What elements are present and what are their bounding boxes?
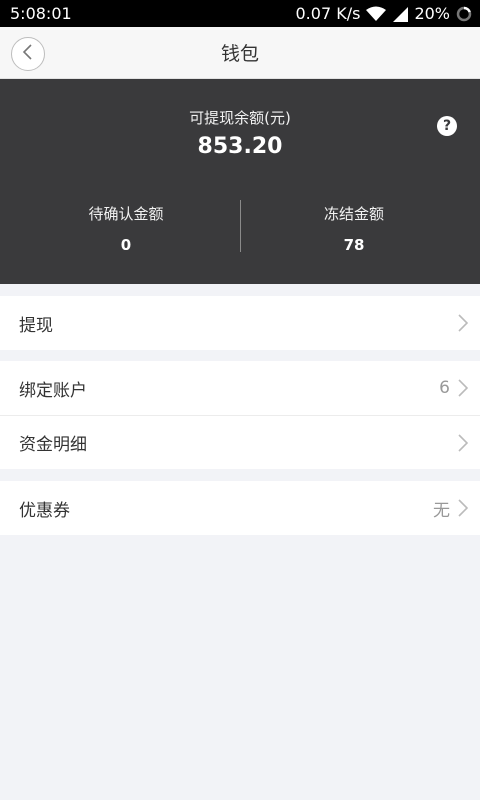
bound-account-label: 绑定账户	[19, 380, 87, 401]
withdraw-label: 提现	[19, 315, 53, 336]
pending-amount-block: 待确认金额 0	[6, 203, 246, 254]
frozen-amount-block: 冻结金额 78	[234, 203, 474, 254]
pending-amount-value: 0	[120, 236, 132, 254]
chevron-right-icon	[458, 379, 468, 397]
bound-account-row[interactable]: 绑定账户 6	[0, 361, 480, 415]
withdraw-row[interactable]: 提现	[0, 296, 480, 350]
bound-account-count: 6	[439, 378, 450, 398]
chevron-left-icon	[21, 44, 35, 64]
available-balance-label: 可提现余额(元)	[189, 109, 291, 127]
pending-amount-label: 待确认金额	[88, 205, 164, 223]
withdraw-group: 提现	[0, 296, 480, 350]
coupons-label: 优惠券	[19, 500, 70, 521]
frozen-amount-label: 冻结金额	[323, 205, 384, 223]
status-right: 0.07 K/s 20%	[296, 4, 473, 23]
question-icon[interactable]: ?	[437, 116, 457, 136]
title-bar: 钱包	[0, 27, 480, 79]
page-title: 钱包	[220, 43, 259, 65]
signal-icon	[392, 6, 409, 22]
fund-details-row[interactable]: 资金明细	[0, 415, 480, 469]
chevron-right-icon	[458, 433, 468, 452]
battery-ring-icon	[456, 6, 472, 22]
fund-details-label: 资金明细	[19, 435, 87, 455]
balance-panel: 可提现余额(元) 853.20 ? 待确认金额 0 冻结金额 78	[0, 79, 480, 284]
coupons-row[interactable]: 优惠券 无	[0, 481, 480, 535]
back-button[interactable]	[11, 37, 45, 71]
coupon-group: 优惠券 无	[0, 481, 480, 535]
frozen-amount-value: 78	[343, 236, 365, 254]
network-speed: 0.07 K/s	[295, 4, 361, 23]
available-balance-amount: 853.20	[197, 134, 283, 159]
status-bar: 5:08:01 0.07 K/s 20%	[0, 0, 480, 27]
account-group: 绑定账户 6 资金明细	[0, 361, 480, 469]
chevron-right-icon	[458, 314, 468, 332]
wifi-icon	[366, 6, 387, 22]
battery-percent: 20%	[414, 4, 450, 23]
status-time: 5:08:01	[10, 4, 72, 23]
chevron-right-icon	[458, 499, 468, 517]
coupons-value: 无	[433, 500, 450, 521]
